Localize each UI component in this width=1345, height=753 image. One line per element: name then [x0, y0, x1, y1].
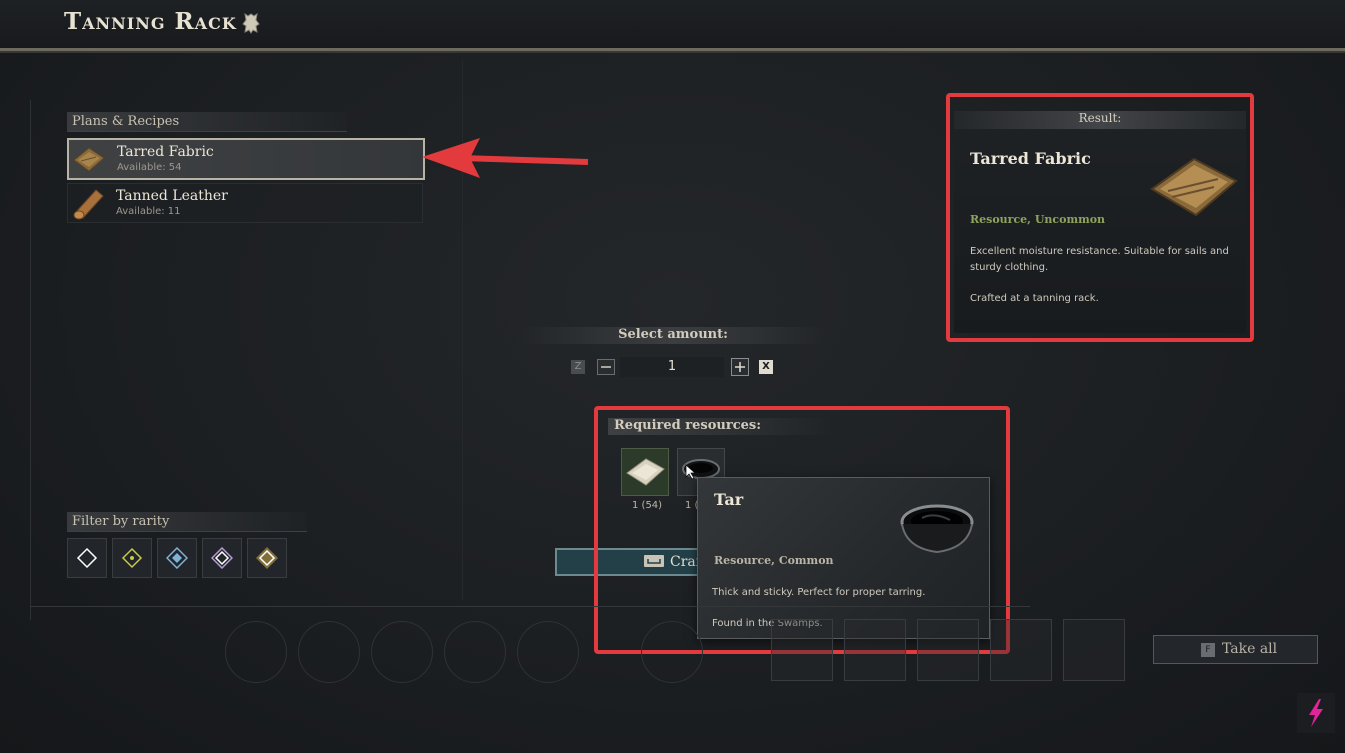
recipe-available: Available: 54 — [117, 162, 182, 173]
filter-common-button[interactable] — [67, 538, 107, 578]
fabric-icon — [73, 147, 105, 172]
filter-legendary-button[interactable] — [247, 538, 287, 578]
diamond-common-icon — [76, 547, 98, 569]
inventory-divider — [30, 606, 1030, 607]
amount-input[interactable]: 1 — [620, 357, 724, 377]
inventory-slot[interactable] — [771, 619, 833, 681]
recipe-tanned-leather[interactable]: Tanned Leather Available: 11 — [67, 183, 423, 223]
recipe-tarred-fabric[interactable]: Tarred Fabric Available: 54 — [67, 138, 425, 180]
inventory-slot[interactable] — [641, 621, 703, 683]
inventory-slot[interactable] — [844, 619, 906, 681]
increase-button[interactable] — [731, 358, 749, 376]
annotation-arrow — [422, 138, 589, 178]
recipe-available: Available: 11 — [116, 206, 181, 217]
plus-icon — [735, 362, 745, 372]
recipes-header: Plans & Recipes — [67, 112, 347, 132]
window-title: Tanning Rack — [64, 8, 237, 35]
take-all-key: F — [1201, 643, 1215, 657]
title-bar: Tanning Rack — [0, 0, 1345, 51]
min-key-hint[interactable]: Z — [571, 360, 585, 374]
recipe-name: Tanned Leather — [116, 188, 228, 204]
inventory-slot[interactable] — [371, 621, 433, 683]
filter-header: Filter by rarity — [67, 512, 307, 532]
left-divider — [30, 100, 31, 620]
leather-hide-icon — [242, 12, 260, 34]
take-all-button[interactable]: F Take all — [1153, 635, 1318, 664]
inventory-slot[interactable] — [444, 621, 506, 683]
diamond-rare-icon — [166, 547, 188, 569]
inventory-slot[interactable] — [517, 621, 579, 683]
decrease-button[interactable] — [597, 359, 615, 375]
required-highlight-frame — [594, 406, 1010, 654]
take-all-label: Take all — [1222, 641, 1278, 657]
diamond-legendary-icon — [256, 547, 278, 569]
inventory-slot[interactable] — [225, 621, 287, 683]
diamond-epic-icon — [211, 547, 233, 569]
diamond-uncommon-icon — [121, 547, 143, 569]
filter-rare-button[interactable] — [157, 538, 197, 578]
leather-roll-icon — [73, 189, 104, 220]
channel-logo — [1297, 693, 1335, 733]
inventory-slot[interactable] — [990, 619, 1052, 681]
inventory-slot[interactable] — [917, 619, 979, 681]
max-key-hint[interactable]: X — [759, 360, 773, 374]
filter-epic-button[interactable] — [202, 538, 242, 578]
minus-icon — [601, 366, 611, 368]
amount-header: Select amount: — [518, 327, 828, 344]
recipe-name: Tarred Fabric — [117, 144, 214, 160]
result-highlight-frame — [946, 93, 1254, 342]
inventory-slot[interactable] — [1063, 619, 1125, 681]
filter-uncommon-button[interactable] — [112, 538, 152, 578]
lightning-bolt-icon — [1309, 699, 1323, 727]
inventory-slot[interactable] — [298, 621, 360, 683]
